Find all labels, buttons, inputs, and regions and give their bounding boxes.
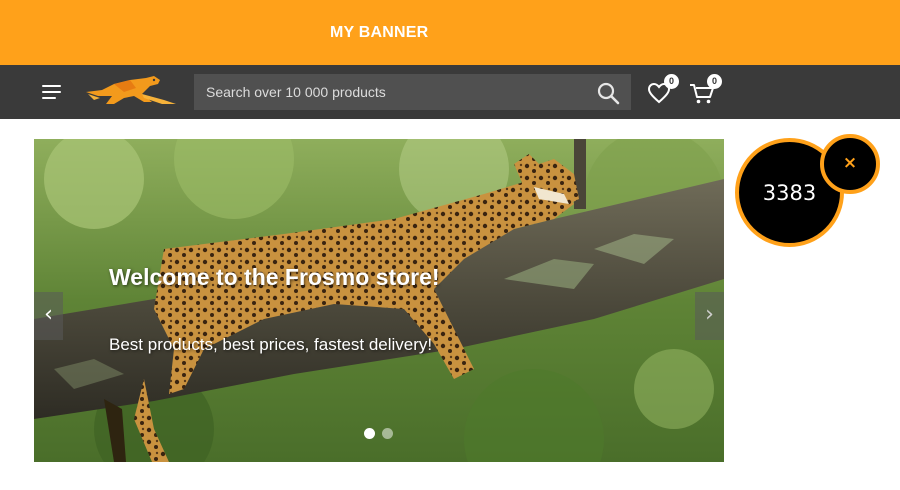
close-button[interactable]: × [820, 134, 880, 194]
banner-text: MY BANNER [330, 24, 429, 41]
top-banner: MY BANNER [0, 0, 900, 65]
search-bar [194, 74, 631, 110]
slide-title: Welcome to the Frosmo store! [109, 264, 440, 290]
slide-subtitle: Best products, best prices, fastest deli… [109, 335, 433, 354]
cart-count-badge: 0 [707, 74, 722, 89]
search-icon[interactable] [596, 81, 622, 105]
slider-dot-1[interactable] [364, 428, 375, 439]
hero-slider[interactable]: Welcome to the Frosmo store! Best produc… [34, 139, 724, 462]
leopard-on-branch-image [34, 139, 724, 462]
close-icon[interactable]: × [824, 153, 876, 173]
hamburger-menu-icon[interactable] [42, 84, 62, 100]
counter-value: 3383 [762, 181, 817, 205]
slider-dot-2[interactable] [382, 428, 393, 439]
search-input[interactable] [194, 74, 589, 110]
leopard-logo-icon[interactable] [84, 74, 178, 108]
wishlist-count-badge: 0 [664, 74, 679, 89]
slider-prev-button[interactable]: ‹ [34, 292, 63, 340]
slider-next-button[interactable]: › [695, 292, 724, 340]
